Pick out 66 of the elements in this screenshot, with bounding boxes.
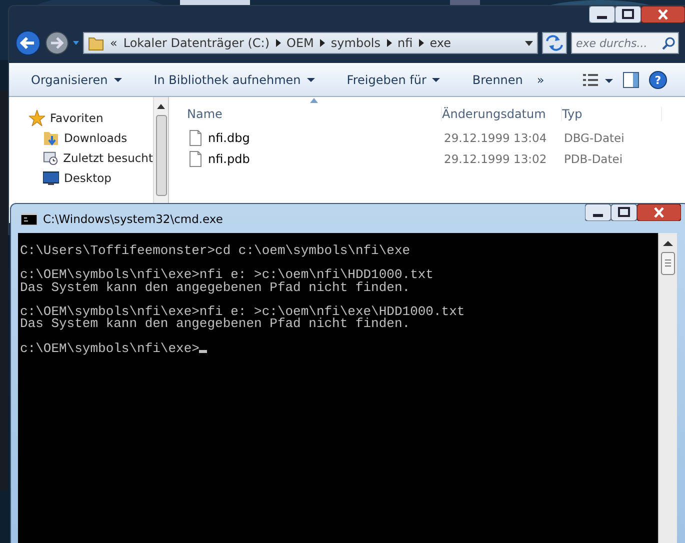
chevron-icon bbox=[320, 39, 325, 47]
console-line: Das System kann den angegebenen Pfad nicht finden. bbox=[20, 282, 410, 294]
file-type: PDB-Datei bbox=[564, 152, 624, 166]
chevron-icon bbox=[386, 39, 392, 47]
help-button[interactable]: ? bbox=[649, 71, 667, 89]
star-icon bbox=[29, 110, 45, 126]
chevron-icon bbox=[418, 39, 424, 47]
maximize-button[interactable] bbox=[615, 6, 641, 23]
caret-icon[interactable] bbox=[432, 78, 440, 82]
sidebar-item[interactable]: Zuletzt besucht bbox=[63, 151, 153, 165]
modified-date: 29.12.1999 13:02 bbox=[444, 152, 548, 166]
toolbar-button[interactable]: In Bibliothek aufnehmen bbox=[146, 73, 323, 87]
breadcrumb-item[interactable]: exe bbox=[430, 36, 451, 50]
minimize-button[interactable] bbox=[585, 204, 611, 221]
scroll-up-arrow[interactable] bbox=[157, 104, 165, 109]
scroll-thumb[interactable] bbox=[156, 115, 166, 196]
column-header[interactable]: Typ bbox=[562, 107, 662, 121]
chevron-icon bbox=[276, 39, 281, 47]
caret-icon[interactable] bbox=[114, 78, 122, 82]
minimize-button[interactable] bbox=[589, 6, 615, 23]
sidebar-item[interactable]: Downloads bbox=[64, 131, 128, 145]
back-button[interactable] bbox=[15, 30, 41, 56]
file-icon bbox=[189, 150, 202, 166]
sort-arrow-icon[interactable] bbox=[310, 98, 318, 103]
console-line: C:\Users\Toffifeemonster>cd c:\oem\symbols\nfi\exe bbox=[20, 245, 410, 258]
column-header[interactable]: Name bbox=[187, 107, 442, 121]
search-field[interactable]: exe durchs... bbox=[571, 32, 679, 54]
view-button[interactable] bbox=[583, 73, 613, 87]
toolbar-button[interactable]: Organisieren bbox=[23, 73, 130, 87]
console-line: c:\OEM\symbols\nfi\exe>nfi e: >c:\oem\nfi\HDD1000.txt bbox=[20, 269, 434, 282]
file-type: DBG-Datei bbox=[564, 130, 626, 144]
breadcrumb-item[interactable]: OEM bbox=[286, 36, 314, 50]
address-bar[interactable]: « Lokaler Datenträger (C:) OEM symbols nfi exe bbox=[83, 32, 538, 54]
caret-icon[interactable] bbox=[306, 78, 315, 82]
preview-pane-button[interactable] bbox=[623, 72, 639, 88]
history-chevron[interactable]: « bbox=[110, 36, 118, 50]
scroll-up-arrow[interactable] bbox=[663, 241, 673, 246]
breadcrumb-item[interactable]: Lokaler Datenträger (C:) bbox=[123, 36, 270, 50]
column-header[interactable]: Änderungsdatum bbox=[442, 107, 562, 121]
console-icon bbox=[21, 212, 37, 224]
console-line: c:\OEM\symbols\nfi\exe> bbox=[20, 342, 208, 355]
file-name[interactable]: nfi.dbg bbox=[208, 130, 250, 144]
refresh-button[interactable] bbox=[542, 32, 567, 54]
downloads-folder-icon bbox=[43, 130, 59, 146]
sidebar-item[interactable]: Desktop bbox=[64, 171, 112, 185]
breadcrumb-item[interactable]: symbols bbox=[330, 36, 381, 50]
forward-button[interactable] bbox=[45, 31, 69, 55]
clock-icon bbox=[43, 150, 58, 166]
maximize-button[interactable] bbox=[611, 204, 637, 221]
window-title: C:\Windows\system32\cmd.exe bbox=[43, 212, 223, 226]
console-line: c:\OEM\symbols\nfi\exe>nfi e: >c:\oem\nfi\exe\HDD1000.txt bbox=[20, 306, 465, 318]
breadcrumb-item[interactable]: nfi bbox=[398, 36, 413, 50]
file-icon bbox=[189, 130, 202, 146]
console-line: Das System kann den angegebenen Pfad nicht finden. bbox=[20, 318, 410, 330]
modified-date: 29.12.1999 13:04 bbox=[444, 130, 548, 144]
folder-icon bbox=[88, 35, 104, 51]
scroll-thumb[interactable] bbox=[661, 252, 675, 275]
more-button[interactable]: » bbox=[536, 73, 544, 87]
toolbar-button[interactable]: Brennen bbox=[464, 73, 531, 87]
caret-icon[interactable] bbox=[525, 40, 533, 46]
close-button[interactable] bbox=[637, 204, 681, 221]
file-name[interactable]: nfi.pdb bbox=[208, 152, 250, 166]
close-button[interactable] bbox=[641, 6, 685, 23]
toolbar-button[interactable]: Freigeben für bbox=[338, 73, 448, 87]
sidebar-item[interactable]: Favoriten bbox=[50, 111, 104, 125]
monitor-icon bbox=[43, 170, 59, 186]
